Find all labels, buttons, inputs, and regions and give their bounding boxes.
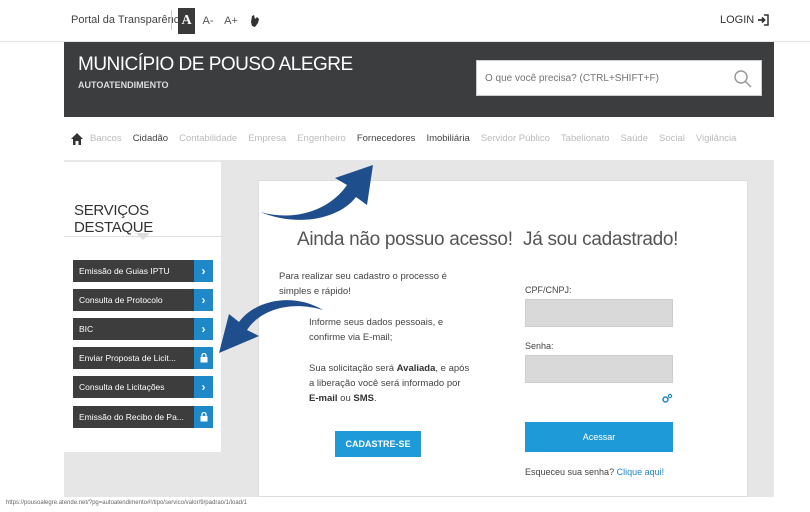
register-step-2: Sua solicitação será Avaliada, e após a … xyxy=(309,361,499,406)
chevron-right-icon[interactable]: › xyxy=(194,376,213,398)
divider xyxy=(171,10,172,30)
search-icon[interactable] xyxy=(733,69,753,89)
register-button[interactable]: CADASTRE-SE xyxy=(335,431,421,457)
nav-item-tabelionato[interactable]: Tabelionato xyxy=(561,133,610,144)
search-input[interactable] xyxy=(477,61,717,95)
status-bar-url: https://pousoalegre.atende.net/?pg=autoa… xyxy=(6,500,248,506)
nav-item-vigilancia[interactable]: Vigilância xyxy=(696,133,737,144)
register-step-text: . xyxy=(373,393,377,404)
font-decrease-button[interactable]: A- xyxy=(200,8,216,34)
top-bar: Portal da Transparência A A- A+ LOGIN xyxy=(0,0,810,42)
register-step-emphasis: Avaliada xyxy=(396,363,436,374)
service-label: Enviar Proposta de Licit... xyxy=(79,353,176,363)
password-field[interactable] xyxy=(525,355,673,383)
chevron-right-icon[interactable]: › xyxy=(194,318,213,340)
login-link[interactable]: LOGIN xyxy=(720,14,769,26)
chevron-right-icon[interactable]: › xyxy=(194,260,213,282)
nav-item-social[interactable]: Social xyxy=(659,133,685,144)
search-box xyxy=(476,60,762,96)
forgot-password-text: Esqueceu sua senha? xyxy=(525,467,617,477)
register-intro-line: Para realizar seu cadastro o processo é xyxy=(279,271,447,282)
service-item-protocolo[interactable]: Consulta de Protocolo › xyxy=(73,289,213,311)
register-step-line: a liberação você será informado por xyxy=(309,378,461,389)
register-step-line: Informe seus dados pessoais, e xyxy=(309,317,444,328)
nav-item-cidadao[interactable]: Cidadão xyxy=(133,133,168,144)
access-card: Ainda não possuo acesso! Para realizar s… xyxy=(258,180,748,497)
register-step-text: ou xyxy=(337,393,354,404)
forgot-password: Esqueceu sua senha? Clique aqui! xyxy=(525,467,664,477)
font-increase-button[interactable]: A+ xyxy=(222,8,240,34)
lock-icon[interactable] xyxy=(194,406,213,428)
nav-item-imobiliaria[interactable]: Imobiliária xyxy=(426,133,469,144)
featured-services-heading: SERVIÇOS DESTAQUE xyxy=(74,202,154,236)
register-step-emphasis: SMS xyxy=(353,393,374,404)
cpf-field[interactable] xyxy=(525,299,673,327)
font-normal-button[interactable]: A xyxy=(178,8,195,34)
settings-icon[interactable] xyxy=(661,393,673,405)
featured-services-panel: SERVIÇOS DESTAQUE Emissão de Guias IPTU … xyxy=(64,162,221,452)
caret-decoration xyxy=(136,233,150,240)
service-label: Consulta de Protocolo xyxy=(79,295,163,305)
service-item-iptu[interactable]: Emissão de Guias IPTU › xyxy=(73,260,213,282)
site-subtitle: AUTOATENDIMENTO xyxy=(78,80,169,90)
nav-item-engenheiro[interactable]: Engenheiro xyxy=(297,133,346,144)
nav-item-saude[interactable]: Saúde xyxy=(621,133,648,144)
service-label: Emissão do Recibo de Pa... xyxy=(79,412,184,422)
nav-item-bancos[interactable]: Bancos xyxy=(90,133,122,144)
nav-item-contabilidade[interactable]: Contabilidade xyxy=(179,133,237,144)
register-heading: Ainda não possuo acesso! xyxy=(297,229,513,250)
accessibility-icon[interactable] xyxy=(245,8,265,34)
register-intro: Para realizar seu cadastro o processo é … xyxy=(279,269,479,299)
login-heading: Já sou cadastrado! xyxy=(523,229,679,250)
service-label: BIC xyxy=(79,324,94,334)
register-step-line: confirme via E-mail; xyxy=(309,332,393,343)
register-intro-line: simples e rápido! xyxy=(279,286,351,297)
nav-item-servidor-publico[interactable]: Servidor Público xyxy=(481,133,550,144)
register-step-text: Sua solicitação será xyxy=(309,363,397,374)
category-nav: Bancos Cidadão Contabilidade Empresa Eng… xyxy=(64,117,774,161)
forgot-password-link[interactable]: Clique aqui! xyxy=(617,467,665,477)
lock-icon[interactable] xyxy=(194,347,213,369)
chevron-right-icon[interactable]: › xyxy=(194,289,213,311)
register-step-emphasis: E-mail xyxy=(309,393,338,404)
register-step-1: Informe seus dados pessoais, e confirme … xyxy=(309,315,489,345)
service-item-consulta-licitacoes[interactable]: Consulta de Licitações › xyxy=(73,376,213,398)
service-label: Consulta de Licitações xyxy=(79,382,165,392)
nav-item-empresa[interactable]: Empresa xyxy=(248,133,286,144)
password-label: Senha: xyxy=(525,341,554,351)
service-label: Emissão de Guias IPTU xyxy=(79,266,170,276)
service-item-recibo[interactable]: Emissão do Recibo de Pa... xyxy=(73,406,213,428)
login-button[interactable]: Acessar xyxy=(525,422,673,452)
login-label: LOGIN xyxy=(720,14,755,26)
service-item-proposta-licitacao[interactable]: Enviar Proposta de Licit... xyxy=(73,347,213,369)
municipality-title[interactable]: MUNICÍPIO DE POUSO ALEGRE xyxy=(78,54,353,76)
home-icon[interactable] xyxy=(70,132,84,146)
sign-in-icon xyxy=(758,14,769,26)
site-header: MUNICÍPIO DE POUSO ALEGRE AUTOATENDIMENT… xyxy=(64,42,774,117)
service-item-bic[interactable]: BIC › xyxy=(73,318,213,340)
register-step-text: , e após xyxy=(435,363,470,374)
nav-item-fornecedores[interactable]: Fornecedores xyxy=(357,133,416,144)
cpf-label: CPF/CNPJ: xyxy=(525,285,572,295)
